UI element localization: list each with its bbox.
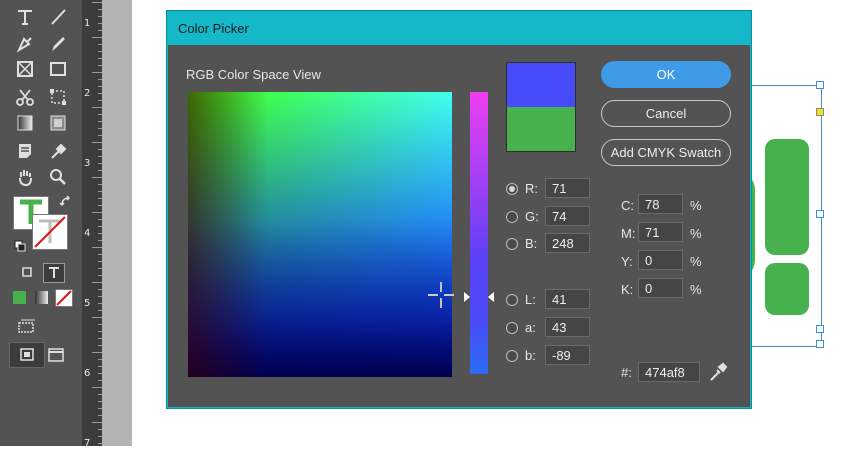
- apply-gradient-icon[interactable]: [35, 291, 48, 304]
- c-unit: %: [690, 198, 702, 213]
- frame-handle[interactable]: [816, 325, 824, 333]
- m-unit: %: [690, 226, 702, 241]
- k-field[interactable]: 0: [638, 278, 683, 298]
- apply-none-icon[interactable]: [55, 289, 73, 307]
- eyedropper-sample-icon[interactable]: [708, 362, 728, 382]
- screen-mode-icon[interactable]: [17, 319, 37, 333]
- ruler-tick: [92, 142, 102, 143]
- pen-tool-icon[interactable]: [14, 33, 36, 55]
- y-label: Y:: [621, 254, 633, 269]
- eyedropper-icon[interactable]: [47, 140, 69, 162]
- radio-g[interactable]: [506, 211, 518, 223]
- free-transform-icon[interactable]: [47, 86, 69, 108]
- type-tool-icon[interactable]: [14, 6, 36, 28]
- ruler-tick: [92, 37, 102, 38]
- new-color-swatch: [506, 62, 576, 107]
- zoom-tool-icon[interactable]: [47, 166, 69, 188]
- original-color-swatch: [506, 107, 576, 152]
- ruler-tick: [92, 247, 102, 248]
- radio-r[interactable]: [506, 183, 518, 195]
- l-field[interactable]: 41: [545, 289, 590, 309]
- ruler-tick: [92, 72, 102, 73]
- ruler-tick: [92, 422, 102, 423]
- k-label: K:: [621, 282, 634, 297]
- hex-label: #:: [621, 365, 632, 380]
- normal-view-icon[interactable]: [9, 342, 45, 368]
- pencil-tool-icon[interactable]: [47, 33, 69, 55]
- ok-button[interactable]: OK: [601, 61, 731, 88]
- add-cmyk-swatch-button[interactable]: Add CMYK Swatch: [601, 139, 731, 166]
- pasteboard: [102, 0, 132, 446]
- y-unit: %: [690, 254, 702, 269]
- radio-a[interactable]: [506, 322, 518, 334]
- frame-handle[interactable]: [816, 81, 824, 89]
- radio-lab-b[interactable]: [506, 350, 518, 362]
- ruler-tick: [92, 2, 102, 3]
- hex-field[interactable]: 474af8: [638, 362, 700, 382]
- gradient-feather-icon[interactable]: [47, 112, 69, 134]
- color-space-view-label: RGB Color Space View: [186, 67, 321, 82]
- ruler-number: 5: [84, 298, 91, 309]
- ruler-tick: [92, 212, 102, 213]
- a-field[interactable]: 43: [545, 317, 590, 337]
- ruler-number: 3: [84, 158, 91, 169]
- g-field[interactable]: 74: [545, 206, 590, 226]
- r-field[interactable]: 71: [545, 178, 590, 198]
- cancel-button[interactable]: Cancel: [601, 100, 731, 127]
- dialog-titlebar[interactable]: Color Picker: [168, 12, 750, 45]
- hue-slider-handle[interactable]: [464, 290, 494, 302]
- b-field[interactable]: 248: [545, 233, 590, 253]
- l-label: L:: [525, 292, 536, 307]
- c-label: C:: [621, 198, 634, 213]
- g-label: G:: [525, 209, 539, 224]
- radio-l[interactable]: [506, 294, 518, 306]
- ruler-tick: [92, 107, 102, 108]
- stroke-swatch[interactable]: [32, 214, 68, 250]
- gradient-swatch-icon[interactable]: [14, 112, 36, 134]
- ruler-number: 4: [84, 228, 91, 239]
- m-label: M:: [621, 226, 636, 241]
- tools-panel: [0, 0, 83, 446]
- k-unit: %: [690, 282, 702, 297]
- r-label: R:: [525, 181, 538, 196]
- c-field[interactable]: 78: [638, 194, 683, 214]
- vertical-ruler: 1 2 3 4 5 6 7: [82, 0, 102, 449]
- m-field[interactable]: 71: [638, 222, 683, 242]
- a-label: a:: [525, 320, 536, 335]
- default-colors-icon[interactable]: [14, 239, 26, 252]
- ruler-number: 2: [84, 88, 91, 99]
- radio-b[interactable]: [506, 238, 518, 250]
- note-tool-icon[interactable]: [14, 140, 36, 162]
- rectangle-frame-icon[interactable]: [14, 58, 36, 80]
- line-tool-icon[interactable]: [47, 6, 69, 28]
- preview-mode-icon[interactable]: [47, 347, 65, 363]
- lab-b-label: b:: [525, 348, 536, 363]
- b-label: B:: [525, 236, 538, 251]
- frame-handle[interactable]: [816, 340, 824, 348]
- formatting-container-icon[interactable]: [20, 265, 34, 279]
- rectangle-tool-icon[interactable]: [47, 58, 69, 80]
- hand-tool-icon[interactable]: [14, 166, 36, 188]
- frame-handle[interactable]: [816, 210, 824, 218]
- crosshair-cursor-icon: [426, 280, 456, 310]
- swap-arrows-icon[interactable]: [58, 194, 74, 210]
- color-field[interactable]: [188, 92, 452, 377]
- color-picker-dialog: Color Picker RGB Color Space View OK Can…: [167, 11, 751, 408]
- ruler-tick: [92, 282, 102, 283]
- frame-handle[interactable]: [816, 108, 824, 116]
- apply-color-icon[interactable]: [13, 291, 26, 304]
- ruler-tick: [92, 387, 102, 388]
- ruler-number: 1: [84, 18, 91, 29]
- y-field[interactable]: 0: [638, 250, 683, 270]
- scissors-icon[interactable]: [14, 86, 36, 108]
- ruler-tick: [92, 177, 102, 178]
- ruler-number: 6: [84, 368, 91, 379]
- hue-slider[interactable]: [470, 92, 488, 374]
- ruler-tick: [92, 317, 102, 318]
- dialog-title: Color Picker: [178, 21, 249, 36]
- ruler-tick: [92, 352, 102, 353]
- lab-b-field[interactable]: -89: [545, 345, 590, 365]
- formatting-text-icon[interactable]: [43, 263, 65, 283]
- ruler-number: 7: [84, 438, 91, 449]
